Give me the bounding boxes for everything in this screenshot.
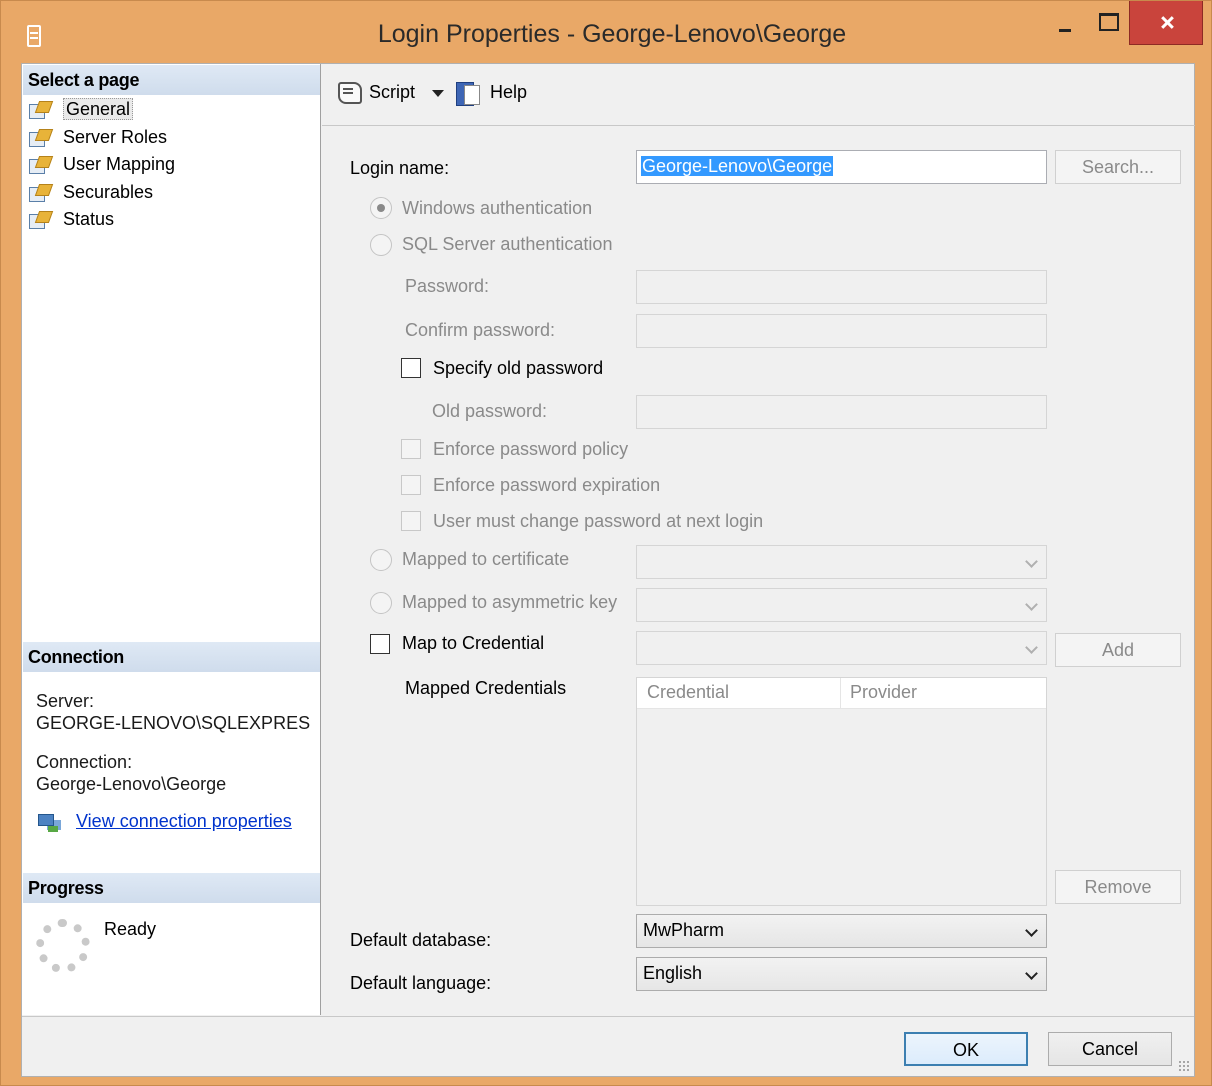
chevron-down-icon [1025,641,1038,654]
progress-status: Ready [104,919,157,939]
confirm-password-input[interactable] [636,314,1047,348]
resize-grip-icon[interactable] [1178,1060,1190,1072]
search-button[interactable]: Search... [1055,150,1181,184]
page-item-label: General [63,98,134,120]
page-item-user-mapping[interactable]: User Mapping [27,151,175,179]
connection-header: Connection [23,642,320,672]
mapped-certificate-radio[interactable] [370,549,392,571]
sql-auth-radio[interactable] [370,234,392,256]
connection-properties-icon [36,812,62,834]
credential-select[interactable] [636,631,1047,665]
mapped-credentials-grid[interactable]: Credential Provider [636,677,1047,906]
map-to-credential-checkbox[interactable] [370,634,390,654]
page-list: General Server Roles User Mapping Secura… [27,96,175,234]
page-icon [29,211,51,229]
enforce-policy-label: Enforce password policy [433,439,629,459]
specify-old-password-checkbox[interactable] [401,358,421,378]
grid-header: Credential Provider [637,678,1046,709]
script-icon[interactable] [336,80,362,104]
login-name-value: George-Lenovo\George [641,156,834,176]
must-change-checkbox[interactable] [401,511,421,531]
grid-column-provider[interactable]: Provider [850,682,917,703]
chevron-down-icon [1025,924,1038,937]
old-password-input[interactable] [636,395,1047,429]
page-item-securables[interactable]: Securables [27,179,175,207]
left-pane: Select a page General Server Roles User … [22,64,321,1015]
default-database-select[interactable]: MwPharm [636,914,1047,948]
grid-column-divider[interactable] [840,678,841,709]
page-item-server-roles[interactable]: Server Roles [27,124,175,152]
close-button[interactable] [1129,1,1203,45]
specify-old-password-label: Specify old password [433,358,604,378]
minimize-button[interactable] [1043,1,1083,47]
page-icon [29,156,51,174]
page-item-label: Securables [63,181,154,202]
page-item-label: User Mapping [63,154,176,174]
progress-spinner-icon [36,919,90,973]
mapped-certificate-label: Mapped to certificate [402,549,570,569]
window-title: Login Properties - George-Lenovo\George [377,20,847,48]
asymmetric-key-select[interactable] [636,588,1047,622]
password-input[interactable] [636,270,1047,304]
cancel-button[interactable]: Cancel [1048,1032,1172,1066]
remove-button[interactable]: Remove [1055,870,1181,904]
mapped-credentials-label: Mapped Credentials [405,678,567,698]
toolbar: Script Help [322,64,1195,126]
login-name-input[interactable]: George-Lenovo\George [636,150,1047,184]
mapped-asymmetric-key-label: Mapped to asymmetric key [402,592,618,612]
help-icon[interactable] [456,80,482,106]
ok-button[interactable]: OK [904,1032,1028,1066]
chevron-down-icon [1025,555,1038,568]
enforce-expiration-checkbox[interactable] [401,475,421,495]
grid-column-credential[interactable]: Credential [647,682,729,703]
enforce-policy-checkbox[interactable] [401,439,421,459]
select-page-header: Select a page [23,65,320,95]
maximize-button[interactable] [1087,1,1127,47]
title-bar[interactable]: Login Properties - George-Lenovo\George [1,1,1212,63]
connection-value: George-Lenovo\George [36,774,227,794]
progress-header: Progress [23,873,320,903]
add-button[interactable]: Add [1055,633,1181,667]
chevron-down-icon [1025,967,1038,980]
windows-auth-label: Windows authentication [402,198,593,218]
default-database-value: MwPharm [643,920,725,940]
confirm-password-label: Confirm password: [405,320,556,340]
page-item-label: Status [63,209,115,229]
enforce-expiration-label: Enforce password expiration [433,475,661,495]
mapped-asymmetric-key-radio[interactable] [370,592,392,614]
windows-auth-radio[interactable] [370,197,392,219]
login-name-label: Login name: [350,158,450,178]
server-label: Server: [36,691,95,711]
default-language-label: Default language: [350,973,492,993]
must-change-label: User must change password at next login [433,511,764,531]
connection-label: Connection: [36,752,133,772]
dialog-footer: OK Cancel [22,1016,1194,1076]
page-icon [29,101,51,119]
script-dropdown-icon[interactable] [432,90,444,97]
page-icon [29,184,51,202]
default-language-select[interactable]: English [636,957,1047,991]
page-item-status[interactable]: Status [27,206,175,234]
help-button[interactable]: Help [490,82,527,103]
map-to-credential-label: Map to Credential [402,633,545,653]
chevron-down-icon [1025,598,1038,611]
sql-auth-label: SQL Server authentication [402,234,613,254]
old-password-label: Old password: [432,401,548,421]
page-item-general[interactable]: General [27,96,175,124]
server-value: GEORGE-LENOVO\SQLEXPRES [36,713,311,733]
dialog-client-area: Select a page General Server Roles User … [21,63,1195,1077]
default-database-label: Default database: [350,930,492,950]
default-language-value: English [643,963,703,983]
page-icon [29,129,51,147]
certificate-select[interactable] [636,545,1047,579]
right-pane: Script Help Login name: George-Lenovo\Ge… [322,64,1195,1015]
page-item-label: Server Roles [63,126,168,147]
view-connection-properties-link[interactable]: View connection properties [76,811,292,832]
password-label: Password: [405,276,490,296]
script-button[interactable]: Script [369,82,415,103]
login-properties-window: Login Properties - George-Lenovo\George … [0,0,1212,1086]
